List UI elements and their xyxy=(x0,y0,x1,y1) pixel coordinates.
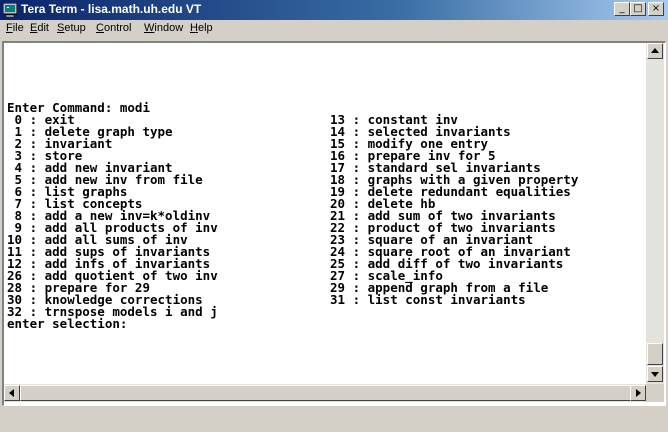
title-bar[interactable]: Tera Term - lisa.math.uh.edu VT _ □ × xyxy=(0,0,668,20)
arrow-down-icon xyxy=(651,372,659,377)
vertical-scroll-thumb[interactable] xyxy=(647,343,663,365)
menu-control[interactable]: Control xyxy=(96,22,131,34)
horizontal-scrollbar[interactable] xyxy=(4,384,646,402)
size-grip[interactable] xyxy=(646,384,664,402)
arrow-right-icon xyxy=(636,389,641,397)
scroll-left-button[interactable] xyxy=(4,385,20,401)
arrow-up-icon xyxy=(651,48,659,53)
tera-term-window: Tera Term - lisa.math.uh.edu VT _ □ × Fi… xyxy=(0,0,668,432)
terminal-app-icon xyxy=(3,3,17,17)
close-button[interactable]: × xyxy=(648,2,664,16)
selection-prompt: enter selection: xyxy=(7,316,128,331)
option-right: 31 : list const invariants xyxy=(330,292,526,307)
scroll-down-button[interactable] xyxy=(647,366,663,382)
menu-edit[interactable]: Edit xyxy=(30,22,49,34)
vertical-scrollbar[interactable] xyxy=(646,43,664,384)
menu-file[interactable]: File xyxy=(6,22,24,34)
scroll-up-button[interactable] xyxy=(647,43,663,59)
terminal-screen[interactable]: Enter Command: modi 0 : exit 1 : delete … xyxy=(4,43,646,384)
arrow-left-icon xyxy=(9,389,14,397)
menu-window[interactable]: Window xyxy=(144,22,183,34)
horizontal-scroll-thumb[interactable] xyxy=(20,385,632,401)
minimize-button[interactable]: _ xyxy=(614,2,630,16)
scroll-right-button[interactable] xyxy=(630,385,646,401)
menu-help[interactable]: Help xyxy=(190,22,213,34)
terminal-client-area: Enter Command: modi 0 : exit 1 : delete … xyxy=(2,41,666,406)
window-title: Tera Term - lisa.math.uh.edu VT xyxy=(21,2,202,16)
maximize-button[interactable]: □ xyxy=(630,2,646,16)
menu-setup[interactable]: Setup xyxy=(57,22,86,34)
menu-bar: File Edit Setup Control Window Help xyxy=(0,20,668,39)
